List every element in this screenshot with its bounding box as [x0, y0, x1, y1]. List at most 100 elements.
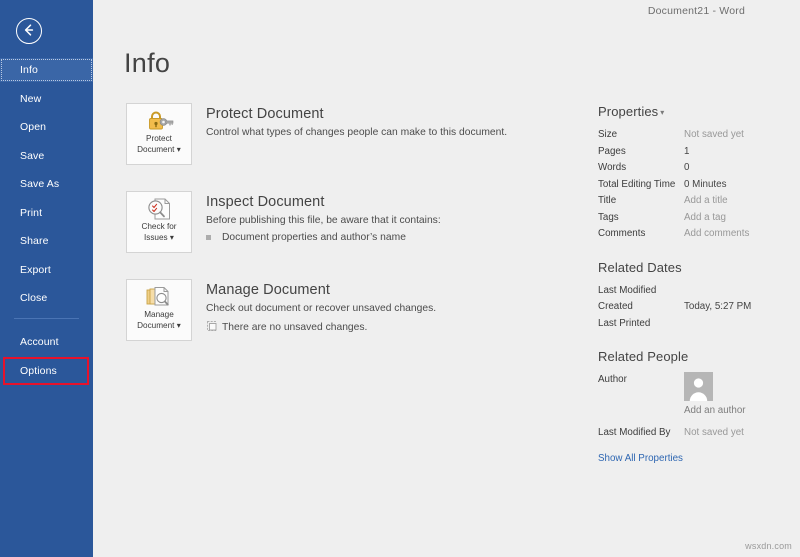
- property-value: Today, 5:27 PM: [684, 301, 752, 312]
- sidebar-item-label: New: [20, 92, 42, 105]
- document-recover-icon: [206, 320, 222, 335]
- button-label-line2: Document: [137, 144, 175, 154]
- add-title-field[interactable]: Add a title: [684, 193, 728, 210]
- sidebar-item-label: Options: [20, 364, 57, 377]
- check-for-issues-button[interactable]: Check for Issues ▾: [126, 191, 192, 253]
- sidebar-item-label: Print: [20, 206, 43, 219]
- sidebar-item-account[interactable]: Account: [0, 330, 93, 354]
- section-heading-label: Properties: [598, 104, 659, 119]
- sidebar-item-label: Share: [20, 235, 49, 247]
- sidebar-item-label: Save: [20, 149, 45, 162]
- check-for-issues-button-label: Check for Issues ▾: [127, 222, 191, 243]
- property-label: Created: [598, 301, 633, 312]
- protect-document-button[interactable]: Protect Document ▾: [126, 103, 192, 165]
- card-note: Document properties and author’s name: [206, 232, 566, 243]
- back-arrow-icon: [17, 19, 41, 41]
- related-dates-heading: Related Dates: [598, 259, 682, 275]
- sidebar-item-label: Open: [20, 121, 47, 133]
- card-note: There are no unsaved changes.: [206, 320, 566, 335]
- property-row-size: Size Not saved yet: [598, 127, 800, 144]
- inspect-document-body: Inspect Document Before publishing this …: [206, 191, 566, 243]
- sidebar-item-label: Info: [20, 64, 38, 76]
- inspect-document-card: Check for Issues ▾ Inspect Document Befo…: [126, 191, 566, 253]
- property-row-tags[interactable]: Tags Add a tag: [598, 210, 800, 227]
- property-label: Comments: [598, 228, 646, 239]
- property-label: Last Printed: [598, 317, 651, 329]
- chevron-down-icon: ▾: [176, 144, 181, 154]
- author-block: Author Add an author: [598, 372, 800, 416]
- card-heading: Protect Document: [206, 106, 324, 122]
- property-label: Total Editing Time: [598, 178, 676, 190]
- sidebar-item-label: Export: [20, 263, 51, 276]
- back-button[interactable]: [16, 18, 42, 44]
- sidebar-item-share[interactable]: Share: [0, 229, 93, 253]
- property-row-pages: Pages 1: [598, 144, 800, 161]
- sidebar-item-close[interactable]: Close: [0, 286, 93, 310]
- sidebar-item-open[interactable]: Open: [0, 115, 93, 139]
- protect-document-card: Protect Document ▾ Protect Document Cont…: [126, 103, 566, 165]
- card-description: Check out document or recover unsaved ch…: [206, 303, 437, 314]
- manage-document-button-label: Manage Document ▾: [127, 310, 191, 331]
- manage-document-body: Manage Document Check out document or re…: [206, 279, 566, 335]
- chevron-down-icon: ▾: [176, 320, 181, 330]
- sidebar-item-label: Save As: [20, 178, 60, 190]
- button-label-line2: Issues: [143, 232, 168, 242]
- sidebar-divider: [14, 318, 79, 319]
- card-heading: Manage Document: [206, 282, 331, 298]
- related-people-heading: Related People: [598, 349, 689, 364]
- person-avatar-icon: [684, 372, 713, 401]
- property-value: Not saved yet: [684, 427, 744, 438]
- property-label: Tags: [598, 211, 619, 223]
- document-inspect-icon: [127, 197, 191, 221]
- property-label: Title: [598, 195, 617, 206]
- manage-documents-icon: [127, 285, 191, 309]
- manage-document-button[interactable]: Manage Document ▾: [126, 279, 192, 341]
- property-label: Last Modified: [598, 284, 657, 296]
- property-row-created: Created Today, 5:27 PM: [598, 299, 800, 316]
- property-label: Words: [598, 162, 627, 173]
- property-label: Pages: [598, 145, 626, 157]
- property-label: Size: [598, 129, 618, 140]
- button-label-line1: Protect: [146, 134, 172, 143]
- sidebar-item-save[interactable]: Save: [0, 144, 93, 168]
- button-label-line2: Document: [137, 320, 175, 330]
- property-value: Not saved yet: [684, 129, 744, 140]
- card-note-text: There are no unsaved changes.: [222, 322, 368, 333]
- property-row-title[interactable]: Title Add a title: [598, 193, 800, 210]
- window-title: Document21 - Word: [647, 5, 745, 17]
- author-avatar-group[interactable]: Add an author: [684, 372, 746, 416]
- sidebar-item-label: Account: [20, 336, 59, 348]
- card-heading: Inspect Document: [206, 194, 325, 210]
- sidebar-item-label: Close: [20, 292, 48, 304]
- protect-document-body: Protect Document Control what types of c…: [206, 103, 566, 140]
- page-title: Info: [124, 48, 171, 78]
- property-row-words: Words 0: [598, 160, 800, 177]
- button-label-line1: Manage: [144, 310, 174, 319]
- add-an-author-link[interactable]: Add an author: [684, 405, 746, 416]
- property-row-last-modified-by: Last Modified By Not saved yet: [598, 425, 800, 442]
- property-row-comments[interactable]: Comments Add comments: [598, 226, 800, 243]
- show-all-properties-link[interactable]: Show All Properties: [598, 453, 683, 464]
- add-comments-field[interactable]: Add comments: [684, 226, 749, 243]
- add-tag-field[interactable]: Add a tag: [684, 210, 726, 227]
- properties-section-heading[interactable]: Properties ▾: [598, 104, 800, 119]
- card-description: Before publishing this file, be aware th…: [206, 215, 441, 226]
- property-row-total-editing-time: Total Editing Time 0 Minutes: [598, 177, 800, 194]
- manage-document-card: Manage Document ▾ Manage Document Check …: [126, 279, 566, 341]
- watermark: wsxdn.com: [745, 541, 792, 551]
- sidebar-item-save-as[interactable]: Save As: [0, 172, 93, 196]
- protect-document-button-label: Protect Document ▾: [127, 134, 191, 155]
- info-cards-column: Protect Document ▾ Protect Document Cont…: [126, 103, 566, 367]
- property-value: 1: [684, 145, 690, 157]
- properties-column: Properties ▾ Size Not saved yet Pages 1 W…: [598, 104, 800, 466]
- card-note-text: Document properties and author’s name: [222, 232, 406, 243]
- sidebar-item-info[interactable]: Info: [0, 58, 93, 82]
- button-label-line1: Check for: [141, 222, 177, 231]
- sidebar-item-print[interactable]: Print: [0, 201, 93, 225]
- sidebar-item-export[interactable]: Export: [0, 258, 93, 282]
- sidebar-item-options[interactable]: Options: [0, 359, 93, 383]
- chevron-down-icon: ▾: [660, 108, 665, 118]
- sidebar-item-new[interactable]: New: [0, 87, 93, 111]
- backstage-main-area: Document21 - Word Info Protect Document …: [93, 0, 800, 557]
